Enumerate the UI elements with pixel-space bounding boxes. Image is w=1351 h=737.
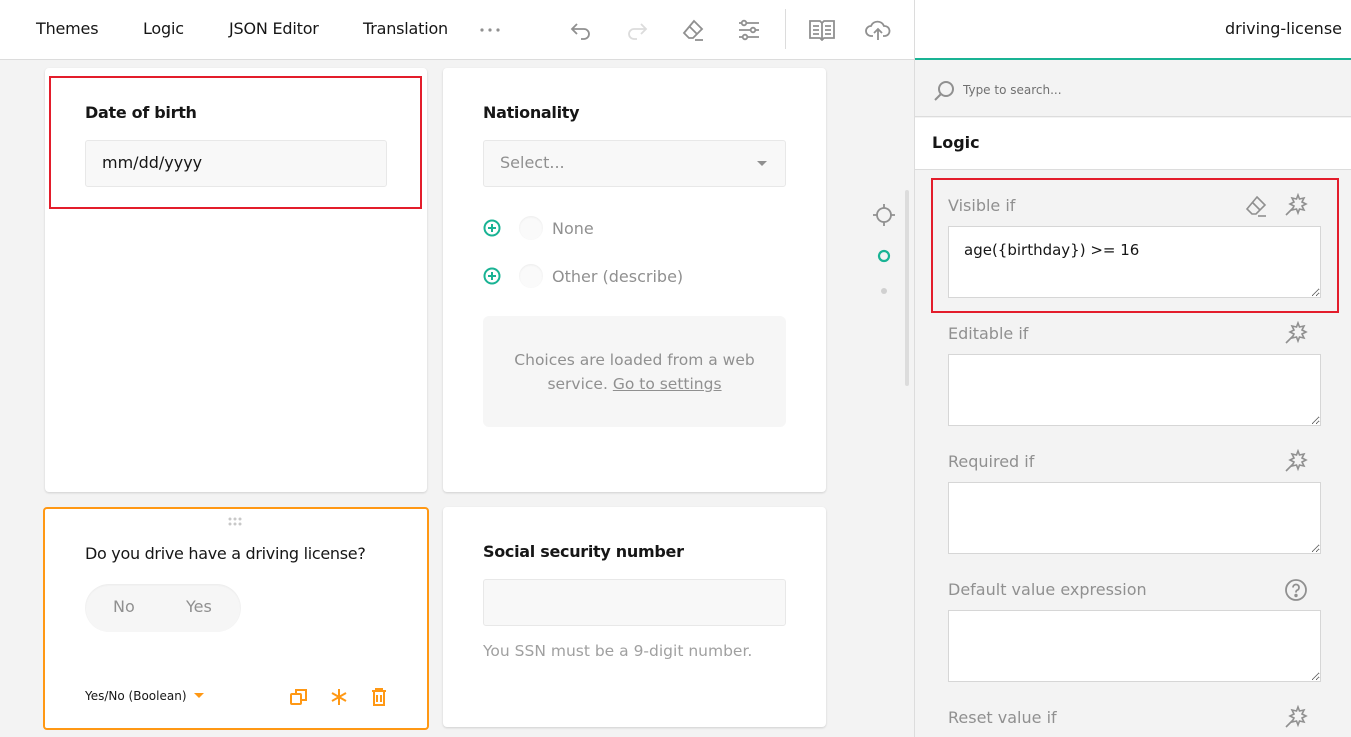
design-surface: Date of birth mm/dd/yyyy Nationality Sel… (0, 61, 914, 737)
magic-wand-icon[interactable] (1284, 449, 1308, 473)
required-if-expression[interactable] (948, 482, 1321, 554)
property-label: Reset value if (948, 708, 1057, 727)
tab-translation[interactable]: Translation (363, 19, 448, 38)
help-icon[interactable] (1284, 578, 1308, 602)
toolbar-divider (785, 9, 786, 49)
magic-wand-icon[interactable] (1284, 193, 1308, 217)
delete-icon[interactable] (369, 687, 389, 707)
editable-if-expression[interactable] (948, 354, 1321, 426)
selected-element-name: driving-license (1224, 19, 1342, 38)
property-label: Editable if (948, 324, 1029, 343)
question-title: Date of birth (85, 103, 197, 122)
locate-icon[interactable] (872, 203, 896, 227)
select-placeholder: Select... (500, 153, 565, 172)
designer-toolbar: Themes Logic JSON Editor Translation (0, 0, 914, 60)
eraser-icon[interactable] (679, 16, 707, 44)
radio-button[interactable] (519, 216, 543, 240)
ssn-input[interactable] (483, 579, 786, 626)
drag-handle-icon[interactable] (228, 517, 244, 527)
question-nationality[interactable]: Nationality Select... None Other (descri… (443, 68, 826, 492)
page-indicator-active-icon[interactable] (876, 248, 892, 264)
category-logic[interactable]: Logic (915, 118, 1351, 170)
magic-wand-icon[interactable] (1284, 705, 1308, 729)
panel-header: driving-license (915, 0, 1351, 60)
question-title: Nationality (483, 103, 580, 122)
tab-themes[interactable]: Themes (36, 19, 99, 38)
question-title: Social security number (483, 542, 684, 561)
property-label: Default value expression (948, 580, 1147, 599)
choice-label: Other (describe) (552, 266, 684, 286)
tab-json-editor[interactable]: JSON Editor (229, 19, 319, 38)
category-title: Logic (932, 133, 980, 152)
required-icon[interactable] (329, 687, 349, 707)
book-icon[interactable] (808, 16, 836, 44)
settings-sliders-icon[interactable] (735, 16, 763, 44)
page-indicator-icon[interactable] (878, 285, 890, 297)
search-input[interactable] (963, 80, 1333, 100)
choice-item: Other (describe) (483, 264, 683, 288)
question-ssn[interactable]: Social security number You SSN must be a… (443, 507, 826, 727)
option-no[interactable]: No (113, 597, 135, 616)
chevron-down-icon (193, 693, 204, 698)
tab-logic[interactable]: Logic (143, 19, 184, 38)
question-type-label: Yes/No (Boolean) (85, 689, 187, 703)
duplicate-icon[interactable] (289, 687, 309, 707)
more-icon[interactable] (476, 16, 504, 44)
undo-icon[interactable] (567, 16, 595, 44)
chevron-down-icon (757, 161, 767, 166)
radio-button[interactable] (519, 264, 543, 288)
redo-icon[interactable] (623, 16, 651, 44)
choice-label: None (552, 218, 594, 238)
boolean-switch[interactable]: No Yes (85, 584, 241, 632)
question-description: You SSN must be a 9-digit number. (483, 642, 753, 660)
go-to-settings-link[interactable]: Go to settings (613, 375, 722, 393)
question-driving-license[interactable]: Do you drive have a driving license? No … (43, 507, 429, 730)
add-choice-icon[interactable] (483, 267, 501, 285)
property-label: Required if (948, 452, 1035, 471)
property-label: Visible if (948, 196, 1016, 215)
question-type-dropdown[interactable]: Yes/No (Boolean) (85, 689, 204, 703)
nationality-select[interactable]: Select... (483, 140, 786, 187)
question-title: Do you drive have a driving license? (85, 544, 366, 563)
search-icon (934, 81, 954, 101)
question-date-of-birth[interactable]: Date of birth mm/dd/yyyy (45, 68, 427, 492)
default-value-expression[interactable] (948, 610, 1321, 682)
webservice-notice: Choices are loaded from a web service. G… (483, 316, 786, 427)
magic-wand-icon[interactable] (1284, 321, 1308, 345)
eraser-icon[interactable] (1244, 194, 1268, 218)
option-yes[interactable]: Yes (186, 597, 212, 616)
add-choice-icon[interactable] (483, 219, 501, 237)
canvas-scrollbar[interactable] (905, 190, 909, 386)
property-search (915, 62, 1351, 117)
property-grid: driving-license Logic Visible if age({bi… (914, 0, 1351, 737)
choice-item: None (483, 216, 594, 240)
date-input[interactable]: mm/dd/yyyy (85, 140, 387, 187)
date-placeholder: mm/dd/yyyy (102, 153, 203, 172)
visible-if-expression[interactable]: age({birthday}) >= 16 (948, 226, 1321, 298)
cloud-upload-icon[interactable] (864, 16, 892, 44)
